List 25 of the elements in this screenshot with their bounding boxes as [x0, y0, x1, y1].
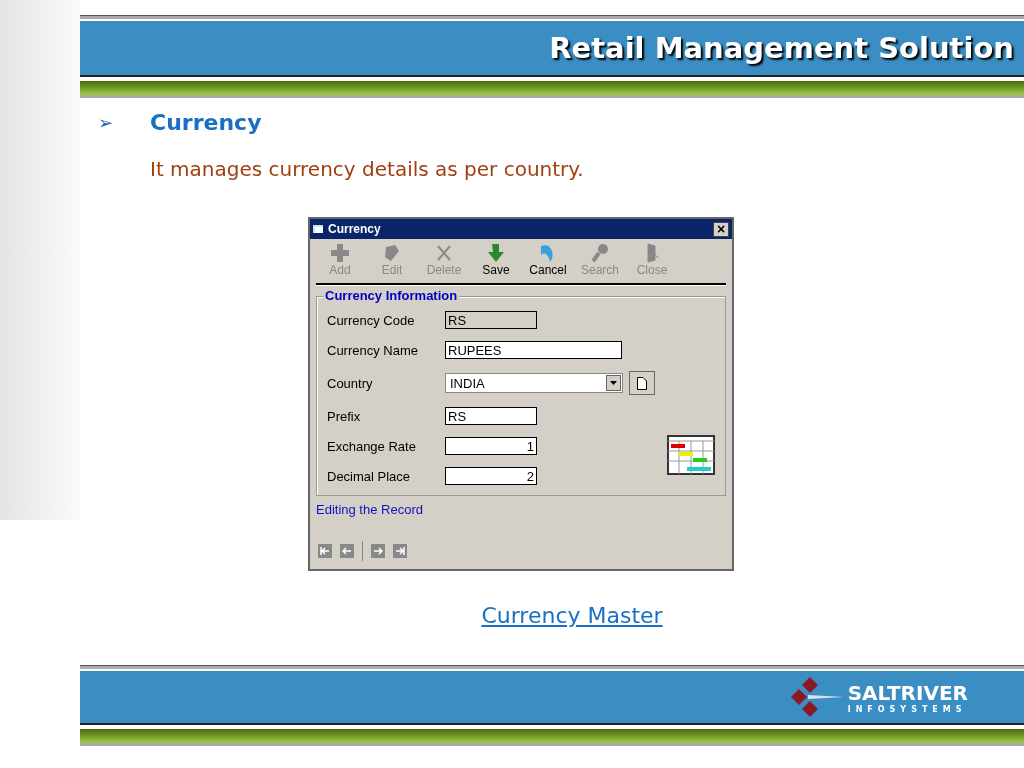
- section-description: It manages currency details as per country.: [150, 157, 585, 181]
- country-dropdown[interactable]: INDIA: [445, 373, 623, 393]
- field-label: Currency Code: [327, 312, 416, 328]
- field-label: Currency Name: [327, 342, 420, 358]
- logo-name: SALTRIVER: [847, 680, 968, 705]
- status-text: Editing the Record: [315, 501, 424, 517]
- text-field[interactable]: 2: [445, 467, 537, 485]
- field-label: Decimal Place: [327, 468, 412, 484]
- toolbar-button[interactable]: Save: [470, 243, 522, 277]
- currency-master-link[interactable]: Currency Master: [481, 603, 663, 665]
- text-field[interactable]: RUPEES: [445, 341, 622, 359]
- field-label: Exchange Rate: [327, 438, 417, 454]
- field-label: Country: [327, 375, 374, 391]
- window-title: Currency: [328, 222, 382, 236]
- group-title: Currency Information: [323, 288, 460, 303]
- bullet-arrow: ➢: [98, 112, 115, 133]
- logo-subtitle: INFOSYSTEMS: [847, 704, 968, 714]
- text-field[interactable]: RS: [445, 311, 537, 329]
- text-field[interactable]: RS: [445, 407, 537, 425]
- section-heading: Currency: [150, 110, 262, 135]
- field-label: Prefix: [327, 408, 362, 424]
- banner-title: Retail Management Solution: [549, 31, 1015, 65]
- toolbar-button[interactable]: Cancel: [522, 243, 574, 277]
- text-field[interactable]: 1: [445, 437, 537, 455]
- close-button[interactable]: ×: [713, 221, 729, 237]
